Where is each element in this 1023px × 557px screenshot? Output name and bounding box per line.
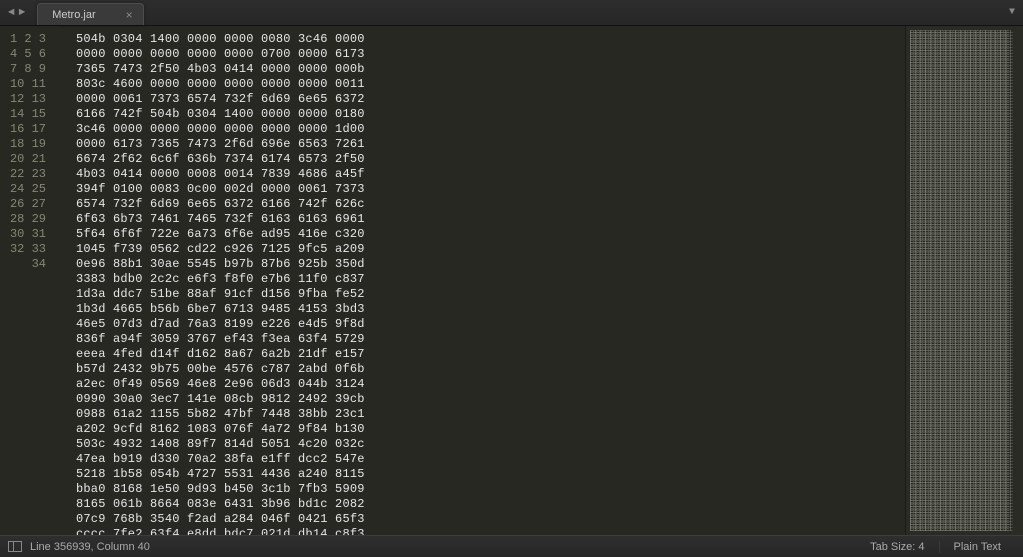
tab-menu-icon[interactable]: ▼ (1009, 7, 1015, 18)
statusbar: Line 356939, Column 40 Tab Size: 4 Plain… (0, 535, 1023, 557)
tabs: Metro.jar × (37, 0, 143, 25)
close-icon[interactable]: × (126, 9, 133, 21)
nav-back-icon[interactable]: ◄ (8, 7, 15, 19)
nav-forward-icon[interactable]: ► (19, 7, 26, 19)
tab-metro-jar[interactable]: Metro.jar × (37, 3, 143, 25)
line-gutter: 1 2 3 4 5 6 7 8 9 10 11 12 13 14 15 16 1… (0, 26, 58, 535)
minimap[interactable] (905, 26, 1023, 535)
panel-toggle-icon[interactable] (8, 541, 22, 552)
tab-label: Metro.jar (52, 9, 95, 21)
titlebar: ◄ ► Metro.jar × ▼ (0, 0, 1023, 26)
status-syntax[interactable]: Plain Text (939, 541, 1016, 553)
editor: 1 2 3 4 5 6 7 8 9 10 11 12 13 14 15 16 1… (0, 26, 1023, 535)
status-position[interactable]: Line 356939, Column 40 (30, 541, 150, 553)
editor-body[interactable]: 1 2 3 4 5 6 7 8 9 10 11 12 13 14 15 16 1… (0, 26, 905, 535)
status-tab-size[interactable]: Tab Size: 4 (856, 541, 938, 553)
minimap-content-overlay (910, 30, 1013, 531)
nav-arrows: ◄ ► (0, 7, 33, 19)
code-area[interactable]: 504b 0304 1400 0000 0000 0080 3c46 0000 … (58, 26, 905, 535)
